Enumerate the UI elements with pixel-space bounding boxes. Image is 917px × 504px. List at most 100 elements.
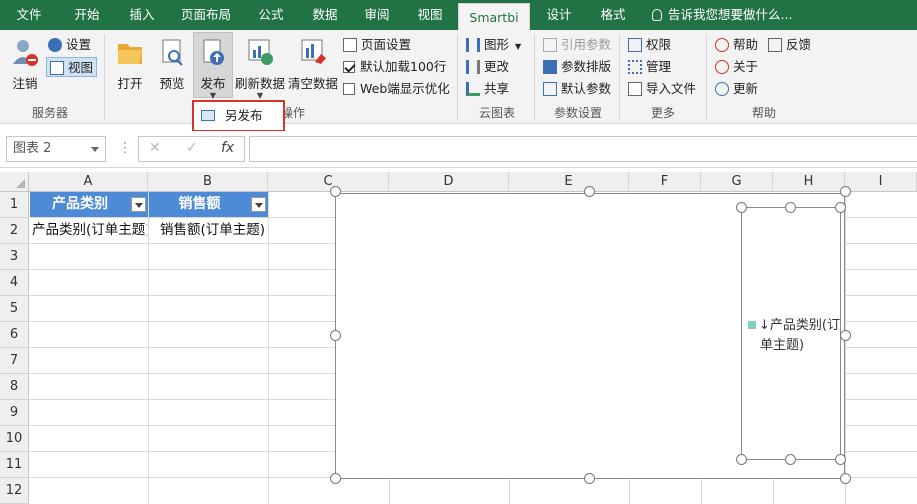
- column-header[interactable]: H: [773, 172, 845, 192]
- param-layout-label: 参数排版: [561, 59, 612, 74]
- about-button[interactable]: 关于: [715, 57, 758, 77]
- checkbox-checked[interactable]: [343, 61, 355, 73]
- chart-button[interactable]: 图形 ▼: [466, 35, 521, 55]
- manage-button[interactable]: 管理: [628, 57, 671, 77]
- name-box[interactable]: 图表 2: [6, 136, 106, 162]
- logout-button[interactable]: 注销: [8, 34, 42, 92]
- tab-format[interactable]: 格式: [588, 0, 638, 30]
- filter-dropdown-icon[interactable]: [131, 197, 146, 212]
- tab-insert[interactable]: 插入: [116, 0, 168, 30]
- legend-entry: ↓产品类别(订 单主题): [748, 316, 844, 356]
- cancel-icon[interactable]: ✕: [149, 140, 161, 156]
- table-header-cell[interactable]: 产品类别: [30, 192, 148, 217]
- row-header[interactable]: 9: [0, 400, 29, 426]
- refresh-data-button[interactable]: 刷新数据 ▼: [234, 34, 286, 100]
- reference-params-button[interactable]: 引用参数: [543, 35, 611, 55]
- preview-button[interactable]: 预览: [155, 34, 189, 92]
- publish-icon: [203, 39, 224, 65]
- row-header[interactable]: 11: [0, 452, 29, 478]
- clear-data-button[interactable]: 清空数据: [288, 34, 338, 92]
- row-header[interactable]: 3: [0, 244, 29, 270]
- help-button[interactable]: 帮助: [715, 35, 758, 55]
- info-icon: [715, 60, 729, 74]
- resize-handle[interactable]: [330, 473, 341, 484]
- tab-view[interactable]: 视图: [402, 0, 458, 30]
- row-header[interactable]: 10: [0, 426, 29, 452]
- update-button[interactable]: 更新: [715, 79, 758, 99]
- gridline: [148, 192, 149, 504]
- legend-resize-handle[interactable]: [785, 202, 796, 213]
- insert-function-icon[interactable]: fx: [221, 140, 234, 156]
- formula-input[interactable]: [249, 136, 917, 162]
- resize-handle[interactable]: [840, 330, 851, 341]
- group-separator: [104, 34, 105, 120]
- column-header[interactable]: G: [701, 172, 773, 192]
- chevron-down-icon[interactable]: [91, 147, 99, 152]
- legend-resize-handle[interactable]: [736, 454, 747, 465]
- save-as-publish-item[interactable]: 另发布: [197, 105, 280, 127]
- resize-handle[interactable]: [330, 186, 341, 197]
- resize-handle[interactable]: [840, 186, 851, 197]
- legend-resize-handle[interactable]: [785, 454, 796, 465]
- publish-button[interactable]: 发布 ▼: [193, 32, 233, 100]
- row-header[interactable]: 8: [0, 374, 29, 400]
- legend-resize-handle[interactable]: [736, 202, 747, 213]
- column-header[interactable]: E: [509, 172, 629, 192]
- table-header-cell[interactable]: 销售额: [149, 192, 268, 217]
- column-header[interactable]: I: [845, 172, 917, 192]
- legend-swatch: [748, 321, 756, 329]
- tell-me-text: 告诉我您想要做什么...: [668, 7, 793, 22]
- feedback-button[interactable]: 反馈: [768, 35, 811, 55]
- tab-review[interactable]: 审阅: [352, 0, 402, 30]
- select-all-corner[interactable]: [0, 172, 29, 192]
- row-header[interactable]: 7: [0, 348, 29, 374]
- tab-data[interactable]: 数据: [298, 0, 352, 30]
- permission-button[interactable]: 权限: [628, 35, 671, 55]
- chart-label: 图形: [484, 37, 510, 52]
- tab-file[interactable]: 文件: [0, 0, 58, 30]
- column-header[interactable]: B: [148, 172, 268, 192]
- preview-icon: [162, 39, 183, 66]
- legend-resize-handle[interactable]: [835, 202, 846, 213]
- open-button[interactable]: 打开: [113, 34, 147, 92]
- confirm-icon[interactable]: ✓: [186, 140, 198, 156]
- folder-open-icon: [118, 44, 142, 64]
- column-header[interactable]: F: [629, 172, 701, 192]
- column-header[interactable]: D: [389, 172, 509, 192]
- default-load-checkbox[interactable]: 默认加载100行: [343, 57, 446, 77]
- tell-me-search[interactable]: 告诉我您想要做什么...: [652, 0, 792, 30]
- tab-design[interactable]: 设计: [534, 0, 584, 30]
- row-header[interactable]: 6: [0, 322, 29, 348]
- row-header[interactable]: 2: [0, 218, 29, 244]
- legend-resize-handle[interactable]: [835, 454, 846, 465]
- resize-handle[interactable]: [584, 473, 595, 484]
- tab-formulas[interactable]: 公式: [244, 0, 298, 30]
- param-layout-button[interactable]: 参数排版: [543, 57, 611, 77]
- view-button[interactable]: 视图: [46, 57, 98, 77]
- filter-dropdown-icon[interactable]: [251, 197, 266, 212]
- table-cell[interactable]: 销售额(订单主题): [160, 218, 280, 243]
- tab-home[interactable]: 开始: [58, 0, 116, 30]
- row-header[interactable]: 4: [0, 270, 29, 296]
- tab-smartbi[interactable]: Smartbi: [458, 3, 530, 30]
- resize-handle[interactable]: [330, 330, 341, 341]
- group-separator: [457, 34, 458, 120]
- share-button[interactable]: 共享: [466, 79, 509, 99]
- web-optimize-checkbox[interactable]: Web端显示优化: [343, 79, 450, 99]
- checkbox-unchecked[interactable]: [343, 83, 355, 95]
- page-setup-button[interactable]: 页面设置: [343, 35, 411, 55]
- update-chart-button[interactable]: 更改: [466, 57, 509, 77]
- row-header[interactable]: 5: [0, 296, 29, 322]
- settings-button[interactable]: 设置: [48, 35, 91, 55]
- column-header[interactable]: A: [29, 172, 148, 192]
- tab-page-layout[interactable]: 页面布局: [168, 0, 244, 30]
- row-header[interactable]: 12: [0, 478, 29, 504]
- formula-buttons: ✕ ✓ fx: [138, 136, 245, 162]
- resize-handle[interactable]: [584, 186, 595, 197]
- default-params-button[interactable]: 默认参数: [543, 79, 611, 99]
- import-file-button[interactable]: 导入文件: [628, 79, 696, 99]
- resize-handle[interactable]: [840, 473, 851, 484]
- column-header[interactable]: C: [268, 172, 389, 192]
- row-header[interactable]: 1: [0, 192, 29, 218]
- table-cell[interactable]: 产品类别(订单主题): [32, 218, 147, 243]
